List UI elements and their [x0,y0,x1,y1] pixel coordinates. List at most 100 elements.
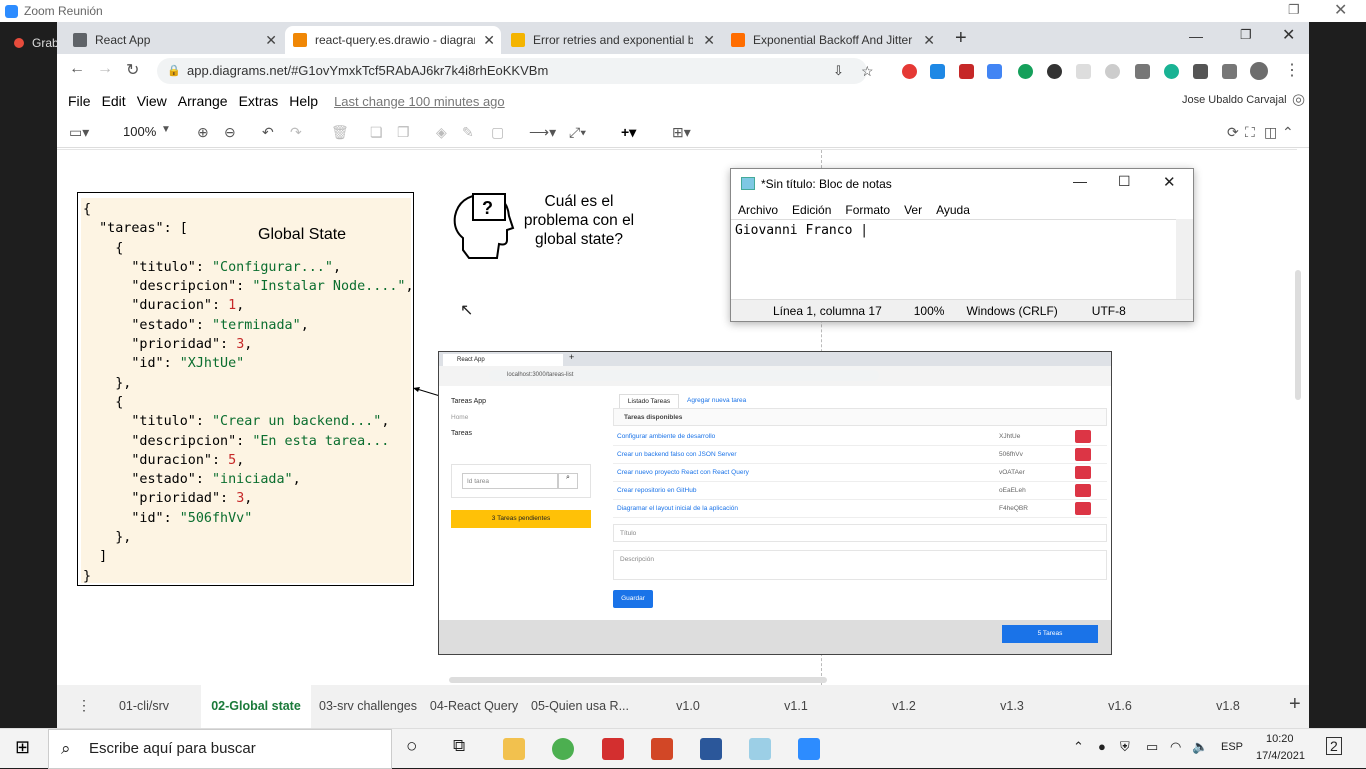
zoom-in-icon[interactable]: ⊕ [197,124,209,141]
zoom-taskbar-icon[interactable] [798,738,820,760]
format-panel-icon[interactable]: ▭▾ [69,124,89,141]
install-icon[interactable]: ⇩ [833,58,844,84]
clock-date[interactable]: 17/4/2021 [1256,750,1305,762]
extension-icon[interactable] [930,64,945,79]
zoom-select[interactable]: 100% [123,124,156,139]
mic-icon[interactable]: ● [1098,739,1106,754]
chevron-down-icon[interactable]: ▼ [161,124,171,135]
to-front-icon[interactable]: ❏ [370,124,383,141]
windows-start-icon[interactable]: ⊞ [15,737,30,758]
tab-react-app[interactable]: React App ✕ [65,26,283,54]
pages-menu-icon[interactable]: ⋮ [77,697,91,714]
page-tab[interactable]: 01-cli/srv [92,685,196,728]
extension-icon[interactable] [1076,64,1091,79]
arrow-connector[interactable] [413,386,441,398]
global-state-box[interactable]: { "tareas": [ { "titulo": "Configurar...… [77,192,414,586]
embedded-app-screenshot[interactable]: React App + localhost:3000/tareas-list T… [438,351,1112,655]
restore-window-icon[interactable]: ❐ [1288,2,1300,18]
cortana-icon[interactable]: ○ [406,736,417,758]
notepad-minimize-icon[interactable]: — [1073,173,1087,189]
page-tab[interactable]: v1.3 [958,685,1066,728]
task-view-icon[interactable]: ⧉ [453,736,465,756]
notepad-close-icon[interactable]: ✕ [1163,173,1176,191]
notepad-menu-ayuda[interactable]: Ayuda [936,203,970,217]
panel-icon[interactable]: ◫ [1264,124,1277,141]
sync-icon[interactable]: ⟳ [1227,124,1239,141]
close-tab-icon[interactable]: ✕ [703,32,715,49]
to-back-icon[interactable]: ❐ [397,124,410,141]
tab-drawio[interactable]: react-query.es.drawio - diagrams ✕ [285,26,501,54]
notifications-icon[interactable]: 2 [1326,737,1342,755]
close-browser-icon[interactable]: ✕ [1282,25,1295,45]
extension-icon[interactable] [959,64,974,79]
taskbar-search[interactable]: ⌕ Escribe aquí para buscar [48,729,392,769]
battery-icon[interactable]: ▭ [1146,739,1158,755]
redo-icon[interactable]: ↷ [290,124,302,141]
notepad-taskbar-icon[interactable] [749,738,771,760]
waypoint-icon[interactable]: ⤢▾ [569,124,586,141]
add-page-icon[interactable]: + [1289,693,1301,716]
word-icon[interactable] [700,738,722,760]
last-change-link[interactable]: Last change 100 minutes ago [334,94,505,109]
clock-time[interactable]: 10:20 [1266,733,1294,745]
powerpoint-icon[interactable] [651,738,673,760]
menu-extras[interactable]: Extras [239,93,279,109]
tab-aws[interactable]: Exponential Backoff And Jitter | AWS ✕ [723,26,941,54]
extension-icon[interactable] [1047,64,1062,79]
page-tab[interactable]: 04-React Query [423,685,525,728]
notepad-menu-formato[interactable]: Formato [845,203,890,217]
forward-icon[interactable]: → [97,60,113,78]
more-menu-icon[interactable]: ⋮ [1284,60,1300,80]
fill-color-icon[interactable]: ◈ [436,124,447,141]
extension-icon[interactable] [902,64,917,79]
extensions-puzzle-icon[interactable] [1193,64,1208,79]
page-tab[interactable]: v1.1 [742,685,850,728]
collapse-icon[interactable]: ⌃ [1282,124,1294,141]
grammarly-icon[interactable] [1018,64,1033,79]
diagram-canvas[interactable]: { "tareas": [ { "titulo": "Configurar...… [57,149,1301,686]
undo-icon[interactable]: ↶ [262,124,274,141]
tab-error-retries[interactable]: Error retries and exponential backoff ✕ [503,26,721,54]
back-icon[interactable]: ← [69,60,85,78]
close-window-icon[interactable]: ✕ [1334,0,1347,20]
zoom-out-icon[interactable]: ⊖ [224,124,236,141]
cast-icon[interactable] [1222,64,1237,79]
close-tab-icon[interactable]: ✕ [265,32,277,49]
menu-help[interactable]: Help [289,93,318,109]
line-color-icon[interactable]: ✎ [462,124,474,141]
menu-arrange[interactable]: Arrange [178,93,228,109]
security-icon[interactable]: ⛨ [1120,739,1130,755]
notepad-window[interactable]: *Sin título: Bloc de notas — ☐ ✕ Archivo… [730,168,1194,322]
table-icon[interactable]: ⊞▾ [672,124,691,141]
extension-icon[interactable] [1164,64,1179,79]
notepad-menu-edicion[interactable]: Edición [792,203,831,217]
notepad-textarea[interactable]: Giovanni Franco | [731,219,1193,299]
user-name[interactable]: Jose Ubaldo Carvajal [1182,94,1287,106]
page-tab[interactable]: v1.8 [1174,685,1282,728]
app-icon[interactable] [602,738,624,760]
notepad-maximize-icon[interactable]: ☐ [1118,173,1131,190]
close-tab-icon[interactable]: ✕ [483,32,495,49]
tray-chevron-icon[interactable]: ⌃ [1073,739,1084,755]
canvas-scrollbar-vertical[interactable] [1295,270,1301,400]
file-explorer-icon[interactable] [503,738,525,760]
page-tab[interactable]: 03-srv challenges [314,685,422,728]
extension-icon[interactable] [1105,64,1120,79]
bookmark-star-icon[interactable]: ☆ [861,58,874,84]
minimize-icon[interactable]: — [1189,28,1203,44]
shadow-icon[interactable]: ▢ [491,124,504,141]
delete-icon[interactable]: 🗑 [331,124,349,141]
canvas-scrollbar-horizontal[interactable] [449,677,827,683]
insert-icon[interactable]: +▾ [621,124,636,141]
notepad-scrollbar[interactable] [1176,219,1193,299]
profile-avatar[interactable] [1250,62,1268,80]
new-tab-icon[interactable]: + [955,27,967,50]
notepad-menu-archivo[interactable]: Archivo [738,203,778,217]
close-tab-icon[interactable]: ✕ [923,32,935,49]
menu-file[interactable]: File [68,93,91,109]
wifi-icon[interactable]: ◠ [1170,739,1181,755]
reload-icon[interactable]: ↻ [126,60,139,80]
notepad-menu-ver[interactable]: Ver [904,203,922,217]
menu-edit[interactable]: Edit [102,93,126,109]
maximize-icon[interactable]: ❐ [1240,27,1252,43]
